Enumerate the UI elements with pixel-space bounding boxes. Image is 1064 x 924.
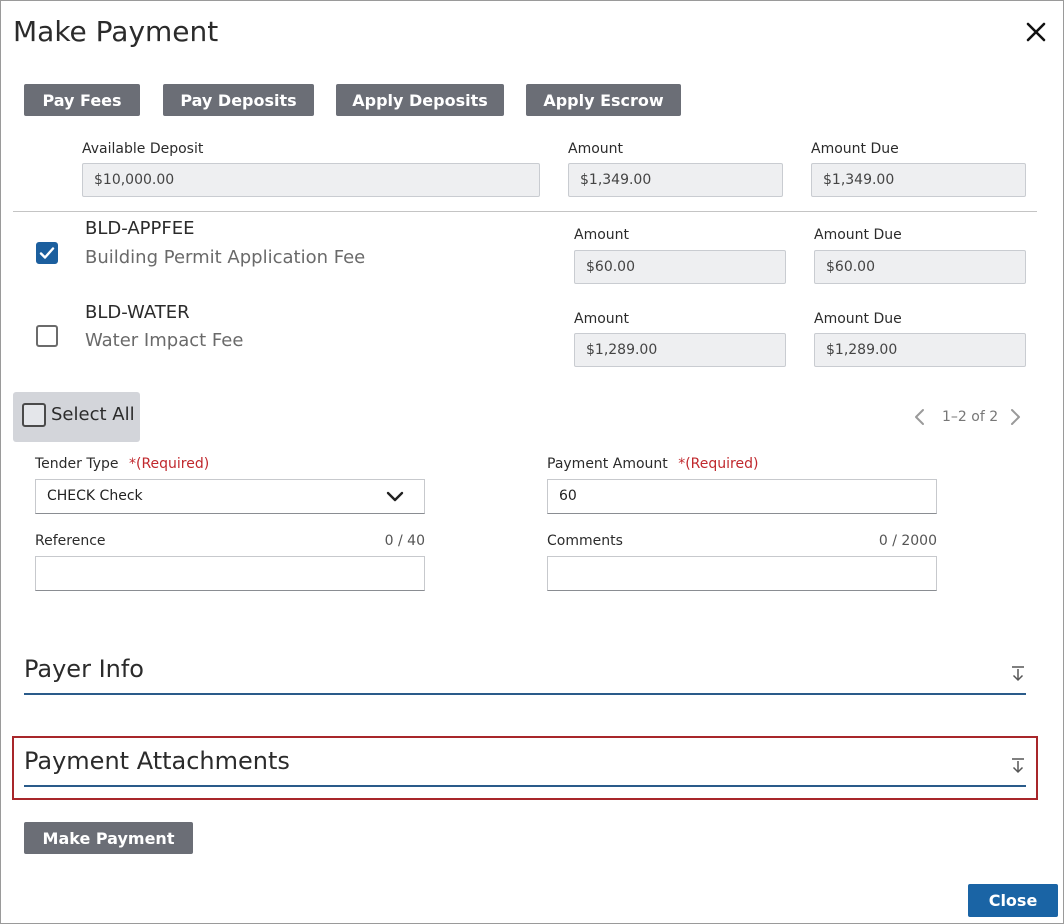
deposit-amount-due-label: Amount Due: [811, 141, 899, 157]
payer-info-section-header[interactable]: Payer Info: [24, 649, 1026, 693]
payment-amount-label: Payment Amount *(Required): [547, 456, 758, 472]
expand-icon: [1012, 666, 1024, 682]
fee-code: BLD-WATER: [85, 302, 190, 323]
tender-type-label-text: Tender Type: [35, 456, 119, 472]
select-all-label: Select All: [51, 404, 135, 425]
required-indicator: *(Required): [128, 456, 210, 472]
chevron-left-icon[interactable]: [911, 407, 929, 427]
close-icon[interactable]: [1021, 17, 1051, 47]
close-button[interactable]: Close: [968, 884, 1058, 917]
fee-checkbox-water[interactable]: [36, 325, 58, 347]
fee-code: BLD-APPFEE: [85, 218, 195, 239]
payment-attachments-underline: [24, 785, 1026, 787]
payment-amount-label-text: Payment Amount: [547, 456, 668, 472]
section-divider: [13, 211, 1037, 212]
checkmark-icon: [39, 247, 55, 259]
chevron-right-icon[interactable]: [1006, 407, 1024, 427]
fee-amount-due-label: Amount Due: [814, 227, 902, 243]
comments-input[interactable]: [547, 556, 937, 591]
available-deposit-label: Available Deposit: [82, 141, 204, 157]
tender-type-select[interactable]: CHECK Check: [35, 479, 425, 514]
payment-amount-input[interactable]: 60: [547, 479, 937, 514]
pay-deposits-button[interactable]: Pay Deposits: [163, 84, 314, 116]
fee-amount-field: $60.00: [574, 250, 786, 284]
tender-type-value: CHECK Check: [47, 488, 143, 504]
fee-amount-label: Amount: [574, 227, 630, 243]
reference-input[interactable]: [35, 556, 425, 591]
fee-amount-field: $1,289.00: [574, 333, 786, 367]
fee-description: Building Permit Application Fee: [85, 247, 366, 268]
payment-attachments-title: Payment Attachments: [24, 747, 290, 775]
fee-amount-due-field: $60.00: [814, 250, 1026, 284]
fee-amount-due-field: $1,289.00: [814, 333, 1026, 367]
dialog-title: Make Payment: [13, 15, 219, 48]
pay-fees-button[interactable]: Pay Fees: [24, 84, 140, 116]
required-indicator: *(Required): [678, 456, 759, 472]
fee-description: Water Impact Fee: [85, 330, 244, 351]
comments-label: Comments: [547, 533, 623, 549]
available-deposit-field: $10,000.00: [82, 163, 540, 197]
reference-char-count: 0 / 40: [384, 533, 425, 549]
payer-info-title: Payer Info: [24, 655, 144, 683]
comments-char-count: 0 / 2000: [878, 533, 937, 549]
deposit-amount-label: Amount: [568, 141, 624, 157]
fee-amount-due-label: Amount Due: [814, 311, 902, 327]
apply-deposits-button[interactable]: Apply Deposits: [336, 84, 504, 116]
make-payment-button[interactable]: Make Payment: [24, 822, 193, 854]
select-all-checkbox[interactable]: Select All: [13, 392, 140, 442]
fee-amount-label: Amount: [574, 311, 630, 327]
reference-label: Reference: [35, 533, 106, 549]
payer-info-underline: [24, 693, 1026, 695]
tender-type-label: Tender Type *(Required): [35, 456, 209, 472]
chevron-down-icon: [386, 491, 404, 502]
pagination-range: 1–2 of 2: [942, 409, 999, 425]
apply-escrow-button[interactable]: Apply Escrow: [526, 84, 681, 116]
deposit-amount-field: $1,349.00: [568, 163, 783, 197]
fee-checkbox-appfee[interactable]: [36, 242, 58, 264]
deposit-amount-due-field: $1,349.00: [811, 163, 1026, 197]
payment-attachments-section-header[interactable]: Payment Attachments: [24, 741, 1026, 785]
make-payment-dialog: Make Payment Pay Fees Pay Deposits Apply…: [0, 0, 1064, 924]
checkbox-icon: [22, 403, 46, 427]
expand-icon: [1012, 758, 1024, 774]
